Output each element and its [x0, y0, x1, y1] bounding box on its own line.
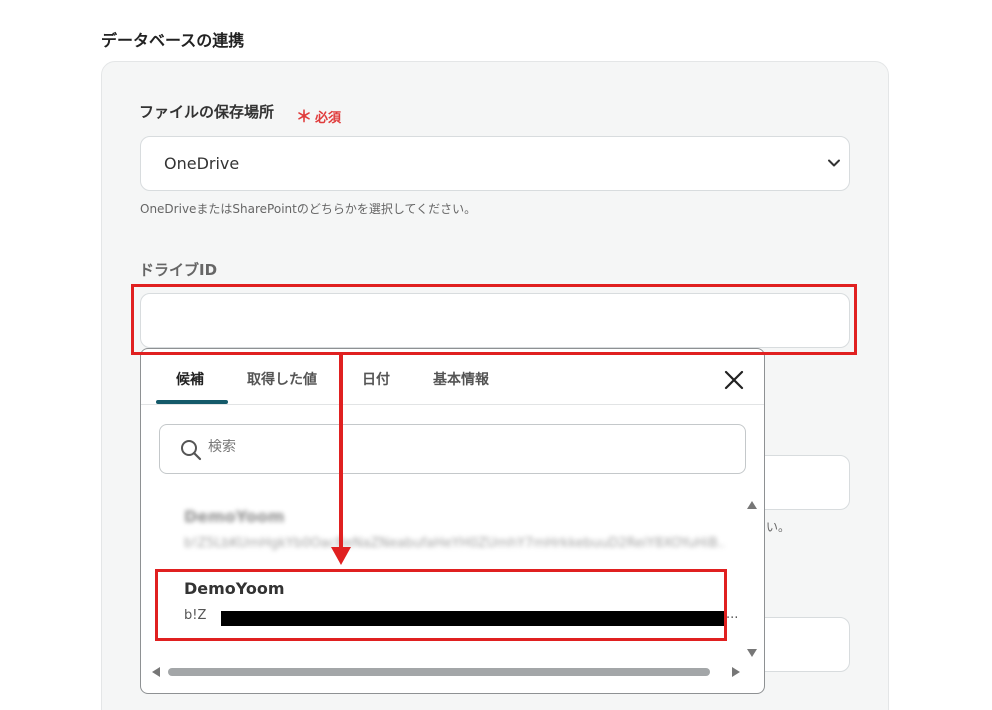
scroll-left-arrow[interactable]	[152, 667, 160, 677]
drive-id-input[interactable]	[140, 293, 850, 348]
required-text: 必須	[315, 111, 342, 126]
candidate-popup: 候補 取得した値 日付 基本情報 DemoYoom b!Z5LbKUmHgkYb…	[140, 348, 765, 694]
storage-label: ファイルの保存場所	[139, 103, 275, 121]
popup-tab-bar: 候補 取得した値 日付 基本情報	[141, 349, 764, 405]
storage-select[interactable]: OneDrive	[140, 136, 850, 191]
search-box[interactable]	[159, 424, 746, 474]
item-name: DemoYoom	[184, 507, 285, 526]
scroll-right-arrow[interactable]	[732, 667, 740, 677]
scroll-up-arrow[interactable]	[747, 501, 757, 509]
annotation-arrow-head	[331, 547, 351, 565]
required-badge: ＊必須	[296, 103, 341, 127]
item-name: DemoYoom	[184, 579, 285, 598]
tab-date[interactable]: 日付	[362, 369, 390, 389]
search-input[interactable]	[208, 439, 708, 455]
close-icon[interactable]	[723, 369, 745, 391]
drive-id-label: ドライブID	[139, 261, 218, 279]
tab-basic-info[interactable]: 基本情報	[433, 369, 489, 389]
horizontal-scrollbar-thumb[interactable]	[168, 668, 710, 676]
storage-helper-text: OneDriveまたはSharePointのどちらかを選択してください。	[140, 202, 477, 216]
storage-select-value: OneDrive	[164, 154, 240, 173]
list-item[interactable]: DemoYoom b!Z5LbKUmHgkYb0OacBeNaZNeabufaH…	[156, 499, 726, 559]
item-id: b!Z5LbKUmHgkYb0OacBeNaZNeabufaHeYH0ZUmhY…	[184, 536, 724, 551]
chevron-down-icon	[828, 159, 840, 167]
section-title: データベースの連携	[101, 31, 245, 50]
list-item[interactable]: DemoYoom b!Z ...	[156, 571, 738, 631]
item-id-ellipsis: ...	[726, 607, 739, 622]
tab-candidates[interactable]: 候補	[176, 369, 204, 389]
item-id: b!Z	[184, 608, 207, 623]
search-icon	[181, 440, 202, 461]
required-star: ＊	[296, 107, 313, 126]
redaction-bar	[221, 611, 726, 626]
scroll-down-arrow[interactable]	[747, 649, 757, 657]
annotation-arrow-line	[339, 355, 343, 550]
tab-acquired-values[interactable]: 取得した値	[247, 369, 317, 389]
active-tab-indicator	[156, 400, 228, 404]
background-helper-text: い。	[766, 520, 791, 534]
